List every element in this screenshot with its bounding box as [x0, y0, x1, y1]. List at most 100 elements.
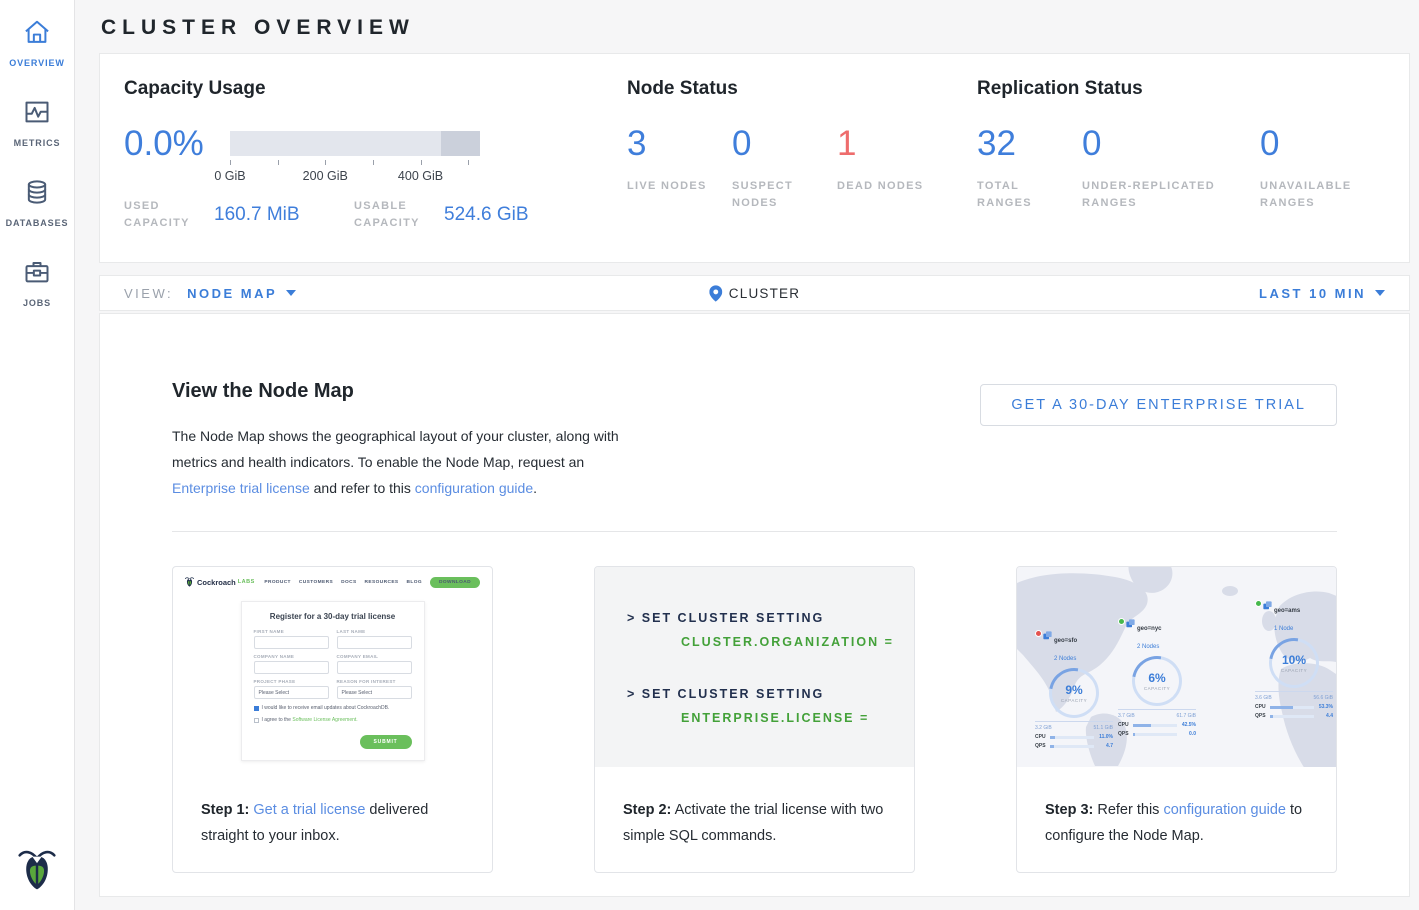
page-title: CLUSTER OVERVIEW — [99, 0, 1410, 53]
metrics-chart-icon — [23, 98, 51, 131]
cockroach-labs-logo: Cockroach LABS — [185, 576, 255, 588]
usable-capacity-label: USABLE CAPACITY — [354, 198, 436, 232]
total-ranges-value: 32 — [977, 126, 1082, 162]
node-capacity-label: CAPACITY — [1281, 668, 1307, 673]
step3-thumbnail: geo=sfo2 Nodes 9%CAPACITY 3.2 GiB51.1 Gi… — [1017, 567, 1336, 767]
time-range-selector[interactable]: LAST 10 MIN — [1259, 286, 1385, 301]
sidebar-item-metrics[interactable]: METRICS — [0, 80, 74, 160]
axis-label-200: 200 GiB — [303, 169, 348, 183]
sidebar-item-label: OVERVIEW — [9, 58, 65, 68]
description-line-2: metrics and health indicators. To enable… — [172, 449, 619, 475]
capacity-usage-title: Capacity Usage — [124, 78, 627, 100]
field-project-phase: Please Select — [254, 686, 329, 699]
map-pin-icon — [709, 285, 722, 302]
briefcase-icon — [23, 258, 51, 291]
used-capacity-label: USED CAPACITY — [124, 198, 206, 232]
node-count: 2 Nodes — [1054, 656, 1076, 662]
node-map-intro: View the Node Map The Node Map shows the… — [172, 380, 619, 501]
sidebar-item-label: DATABASES — [6, 218, 69, 228]
unavailable-ranges-label: UNAVAILABLE RANGES — [1260, 178, 1400, 212]
node-status-section: Node Status 3 LIVE NODES 0 SUSPECT NODES… — [627, 78, 977, 232]
node-capacity-percent: 10% — [1282, 653, 1306, 667]
enterprise-trial-license-link[interactable]: Enterprise trial license — [172, 480, 310, 496]
site-nav-resources: RESOURCES — [365, 580, 399, 585]
suspect-nodes-value: 0 — [732, 126, 837, 162]
cockroachdb-logo[interactable] — [18, 847, 56, 898]
field-company-name — [254, 661, 329, 674]
checkbox1-label: I would like to receive email updates ab… — [262, 705, 390, 711]
description-mid-text: and refer to this — [310, 480, 415, 496]
live-nodes-value: 3 — [627, 126, 732, 162]
step1-thumbnail: Cockroach LABS PRODUCT CUSTOMERS DOCS RE… — [173, 567, 492, 767]
sql-prompt-1: > SET CLUSTER SETTING — [627, 611, 914, 625]
node-cube-icon — [1043, 631, 1052, 640]
section-divider — [172, 531, 1337, 532]
configuration-guide-link[interactable]: configuration guide — [415, 480, 533, 496]
replication-status-title: Replication Status — [977, 78, 1409, 100]
checkbox-icon — [254, 718, 259, 723]
node-cube-icon — [1263, 601, 1272, 610]
home-icon — [23, 18, 51, 51]
step3-caption: Step 3: Refer this configuration guide t… — [1017, 767, 1336, 849]
sidebar: OVERVIEW METRICS DATABASES — [0, 0, 75, 910]
sidebar-item-jobs[interactable]: JOBS — [0, 240, 74, 320]
dead-nodes-value: 1 — [837, 126, 942, 162]
site-nav-docs: DOCS — [341, 580, 356, 585]
step2-thumbnail: > SET CLUSTER SETTING CLUSTER.ORGANIZATI… — [595, 567, 914, 767]
node-cube-icon — [1126, 619, 1135, 628]
unavailable-ranges-value: 0 — [1260, 126, 1400, 162]
node-map-panel: View the Node Map The Node Map shows the… — [99, 313, 1410, 897]
node-status-dot-green — [1255, 600, 1262, 607]
sql-prompt-2: > SET CLUSTER SETTING — [627, 687, 914, 701]
under-replicated-ranges-label: UNDER-REPLICATED RANGES — [1082, 178, 1260, 212]
under-replicated-ranges-value: 0 — [1082, 126, 1260, 162]
node-status-title: Node Status — [627, 78, 977, 100]
node-count: 1 Node — [1274, 626, 1293, 632]
total-ranges-label: TOTAL RANGES — [977, 178, 1082, 212]
capacity-bar-reserved-segment — [441, 131, 480, 156]
description-line-1: The Node Map shows the geographical layo… — [172, 423, 619, 449]
sidebar-item-databases[interactable]: DATABASES — [0, 160, 74, 240]
site-nav-blog: BLOG — [407, 580, 422, 585]
field-label-last-name: LAST NAME — [337, 629, 412, 634]
main-content: CLUSTER OVERVIEW Capacity Usage 0.0% — [76, 0, 1419, 897]
checkbox-checked-icon — [254, 706, 259, 711]
view-selector[interactable]: VIEW: NODE MAP — [124, 286, 296, 301]
node-name: geo=nyc — [1137, 626, 1162, 632]
cluster-scope[interactable]: CLUSTER — [709, 285, 800, 302]
site-nav-customers: CUSTOMERS — [299, 580, 333, 585]
node-status-dot-red — [1035, 630, 1042, 637]
step1-card: Cockroach LABS PRODUCT CUSTOMERS DOCS RE… — [172, 566, 493, 873]
node-map-title: View the Node Map — [172, 380, 619, 403]
capacity-axis-ticks — [230, 160, 480, 166]
configuration-guide-link-step3[interactable]: configuration guide — [1163, 802, 1286, 818]
capacity-bar-chart: 0 GiB 200 GiB 400 GiB — [230, 126, 480, 184]
time-range-value: LAST 10 MIN — [1259, 286, 1366, 301]
submit-button: SUBMIT — [360, 735, 412, 749]
step2-card: > SET CLUSTER SETTING CLUSTER.ORGANIZATI… — [594, 566, 915, 873]
field-label-project-phase: PROJECT PHASE — [254, 679, 329, 684]
description-end-text: . — [533, 480, 537, 496]
axis-label-0: 0 GiB — [214, 169, 245, 183]
sidebar-item-label: JOBS — [23, 298, 51, 308]
registration-form-title: Register for a 30-day trial license — [254, 612, 412, 621]
trial-registration-form: Register for a 30-day trial license FIRS… — [241, 601, 425, 761]
dead-nodes-label: DEAD NODES — [837, 178, 942, 195]
view-selected-value: NODE MAP — [187, 286, 277, 301]
field-label-company-email: COMPANY EMAIL — [337, 654, 412, 659]
get-trial-license-link[interactable]: Get a trial license — [253, 802, 365, 818]
step3-card: geo=sfo2 Nodes 9%CAPACITY 3.2 GiB51.1 Gi… — [1016, 566, 1337, 873]
used-capacity-value: 160.7 MiB — [214, 204, 332, 226]
sidebar-item-overview[interactable]: OVERVIEW — [0, 0, 74, 80]
field-reason: Please Select — [337, 686, 412, 699]
field-last-name — [337, 636, 412, 649]
view-toolbar: VIEW: NODE MAP CLUSTER LAST 10 MIN — [99, 275, 1410, 311]
view-label: VIEW: — [124, 286, 173, 301]
replication-status-section: Replication Status 32 TOTAL RANGES 0 UND… — [977, 78, 1409, 232]
enterprise-trial-button[interactable]: GET A 30-DAY ENTERPRISE TRIAL — [980, 384, 1337, 426]
usable-capacity-value: 524.6 GiB — [444, 204, 529, 226]
under-replicated-ranges-stat: 0 UNDER-REPLICATED RANGES — [1082, 126, 1260, 212]
live-nodes-label: LIVE NODES — [627, 178, 732, 195]
field-label-reason: REASON FOR INTEREST — [337, 679, 412, 684]
sql-arg-2: ENTERPRISE.LICENSE = — [681, 711, 914, 725]
